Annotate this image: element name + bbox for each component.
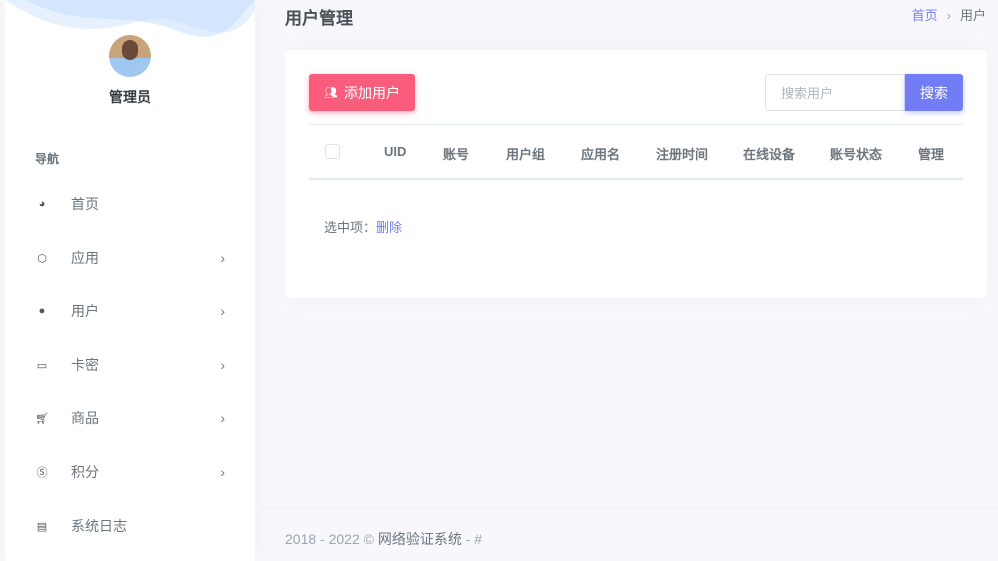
breadcrumb-separator: ›	[946, 8, 951, 23]
breadcrumb: 首页 › 用户	[912, 5, 986, 24]
nav-header: 导航	[35, 152, 60, 166]
sidebar-item-label: 商品	[71, 410, 99, 426]
sidebar-item-label: 系统日志	[71, 518, 127, 534]
add-user-button[interactable]: 👥︎ 添加用户	[309, 74, 415, 111]
column-account[interactable]: 账号	[443, 144, 469, 163]
chevron-right-icon: ›	[220, 303, 225, 319]
sidebar-item-goods[interactable]: 🛒︎ 商品 ›	[35, 403, 225, 433]
sidebar-item-label: 卡密	[71, 357, 99, 373]
user-name: 管理员	[109, 89, 151, 105]
log-icon: ▤	[36, 520, 48, 533]
dashboard-icon: ◕	[38, 198, 46, 210]
column-group[interactable]: 用户组	[506, 144, 545, 163]
column-manage[interactable]: 管理	[918, 144, 944, 163]
footer-suffix: - #	[465, 531, 483, 547]
chevron-right-icon: ›	[220, 357, 225, 373]
breadcrumb-home[interactable]: 首页	[912, 8, 938, 23]
sidebar-item-users[interactable]: ● 用户 ›	[35, 296, 225, 326]
user-icon: ●	[38, 305, 46, 317]
page-title: 用户管理	[285, 9, 353, 28]
footer-site-name[interactable]: 网络验证系统	[378, 531, 462, 547]
column-register-time[interactable]: 注册时间	[656, 144, 708, 163]
sidebar-item-label: 应用	[71, 250, 99, 266]
column-online-devices[interactable]: 在线设备	[743, 144, 795, 163]
cube-icon: ⬡	[37, 252, 47, 265]
search-input[interactable]: 搜索用户	[765, 74, 905, 111]
table-header: UID 账号 用户组 应用名 注册时间 在线设备 账号状态 管理	[309, 124, 963, 180]
sidebar-item-label: 首页	[71, 196, 99, 212]
coin-icon: Ⓢ	[36, 467, 48, 479]
sidebar-item-label: 积分	[71, 464, 99, 480]
chevron-right-icon: ›	[220, 464, 225, 480]
footer: 2018 - 2022 © 网络验证系统 - #	[255, 508, 998, 561]
column-uid[interactable]: UID	[384, 144, 406, 159]
user-table-card: 👥︎ 添加用户 搜索用户 搜索 UID 账号 用户组 应用名 注册时间 在线设备 …	[285, 50, 987, 298]
sidebar-item-home[interactable]: ◕ 首页	[35, 189, 225, 219]
chevron-right-icon: ›	[220, 410, 225, 426]
breadcrumb-current: 用户	[959, 8, 986, 23]
column-status[interactable]: 账号状态	[830, 144, 882, 163]
sidebar-item-points[interactable]: Ⓢ 积分 ›	[35, 457, 226, 487]
card-icon: ▭	[36, 359, 48, 372]
avatar[interactable]	[109, 35, 151, 77]
select-all-checkbox[interactable]	[325, 144, 340, 159]
sidebar-item-logs[interactable]: ▤ 系统日志	[35, 511, 225, 541]
sidebar-item-apps[interactable]: ⬡ 应用 ›	[35, 243, 225, 273]
footer-copyright: 2018 - 2022 ©	[285, 531, 374, 547]
add-user-icon: 👥︎	[324, 87, 338, 99]
selection-actions: 选中项：删除	[324, 217, 404, 238]
sidebar: 管理员 导航 ◕ 首页 ⬡ 应用 › ● 用户 › ▭ 卡密 › 🛒︎ 商品 › Ⓢ 积分 › ▤ 系统…	[5, 0, 255, 561]
cart-icon: 🛒︎	[35, 412, 49, 425]
sidebar-item-cards[interactable]: ▭ 卡密 ›	[35, 350, 225, 380]
sidebar-item-label: 用户	[71, 303, 99, 319]
selection-label: 选中项：	[324, 220, 377, 235]
search-button[interactable]: 搜索	[905, 74, 963, 111]
delete-selected-link[interactable]: 删除	[376, 220, 402, 235]
chevron-right-icon: ›	[220, 250, 225, 266]
column-app[interactable]: 应用名	[581, 144, 620, 163]
add-user-label: 添加用户	[343, 84, 400, 101]
